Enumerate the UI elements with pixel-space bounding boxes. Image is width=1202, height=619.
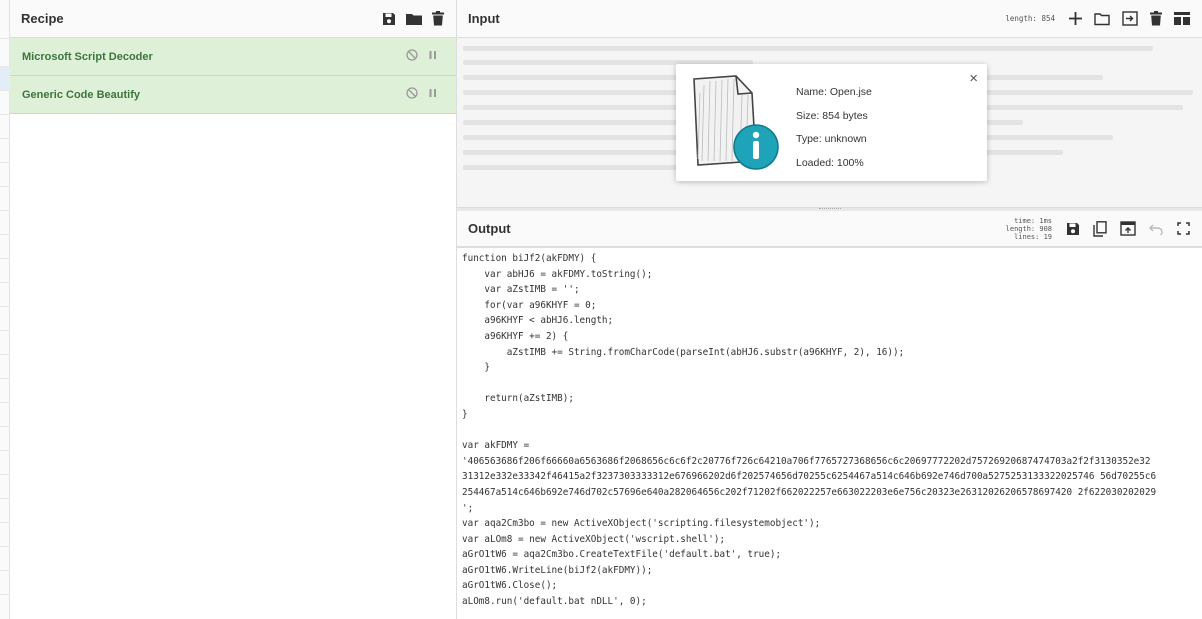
close-icon[interactable]: ×	[969, 70, 978, 87]
clear-input-trash-icon[interactable]	[1150, 11, 1162, 26]
recipe-operation-generic-code-beautify[interactable]: Generic Code Beautify	[10, 76, 456, 114]
file-info-icon	[686, 73, 786, 178]
output-textarea[interactable]: function biJf2(akFDMY) { var abHJ6 = akF…	[457, 247, 1202, 619]
input-header: Input length: 854	[457, 0, 1202, 38]
operations-pane-edge	[0, 0, 10, 619]
output-title: Output	[468, 221, 511, 236]
operations-selected-row	[0, 66, 10, 90]
disable-operation-icon[interactable]	[406, 48, 418, 66]
recipe-operation-microsoft-script-decoder[interactable]: Microsoft Script Decoder	[10, 38, 456, 76]
output-time: time: 1ms	[1014, 216, 1052, 225]
pause-breakpoint-icon[interactable]	[428, 86, 438, 104]
reset-layout-icon[interactable]	[1174, 12, 1190, 25]
recipe-pane: Recipe Microsoft Script Decoder Generic …	[10, 0, 457, 619]
maximise-output-icon[interactable]	[1177, 222, 1190, 235]
operation-name: Microsoft Script Decoder	[22, 50, 153, 63]
file-loaded: Loaded: 100%	[796, 156, 864, 169]
undo-icon[interactable]	[1149, 223, 1164, 235]
file-type: Type: unknown	[796, 133, 867, 145]
output-stats: time: 1ms length: 908 lines: 19	[1006, 217, 1052, 241]
open-folder-icon[interactable]	[1094, 12, 1110, 26]
file-size: Size: 854 bytes	[796, 109, 868, 122]
open-file-icon[interactable]	[1122, 11, 1138, 26]
add-input-plus-icon[interactable]	[1069, 12, 1082, 25]
output-code: function biJf2(akFDMY) { var abHJ6 = akF…	[462, 253, 1157, 608]
replace-input-with-output-icon[interactable]	[1120, 221, 1136, 236]
recipe-header: Recipe	[10, 0, 456, 38]
file-details-popup: Name: Open.jse Size: 854 bytes Type: unk…	[676, 64, 987, 181]
input-title: Input	[468, 11, 500, 26]
input-length: length: 854	[1005, 14, 1055, 23]
output-length: length: 908	[1005, 224, 1052, 233]
pause-breakpoint-icon[interactable]	[428, 48, 438, 66]
operation-name: Generic Code Beautify	[22, 88, 140, 101]
save-recipe-icon[interactable]	[382, 12, 396, 26]
file-name: Name: Open.jse	[796, 86, 872, 98]
save-output-icon[interactable]	[1066, 222, 1080, 236]
clear-recipe-trash-icon[interactable]	[432, 11, 444, 26]
copy-output-icon[interactable]	[1093, 220, 1107, 237]
disable-operation-icon[interactable]	[406, 86, 418, 104]
recipe-title: Recipe	[21, 11, 64, 26]
output-lines: lines: 19	[1014, 232, 1052, 241]
load-recipe-folder-icon[interactable]	[406, 12, 422, 26]
output-header: Output time: 1ms length: 908 lines: 19	[457, 211, 1202, 247]
